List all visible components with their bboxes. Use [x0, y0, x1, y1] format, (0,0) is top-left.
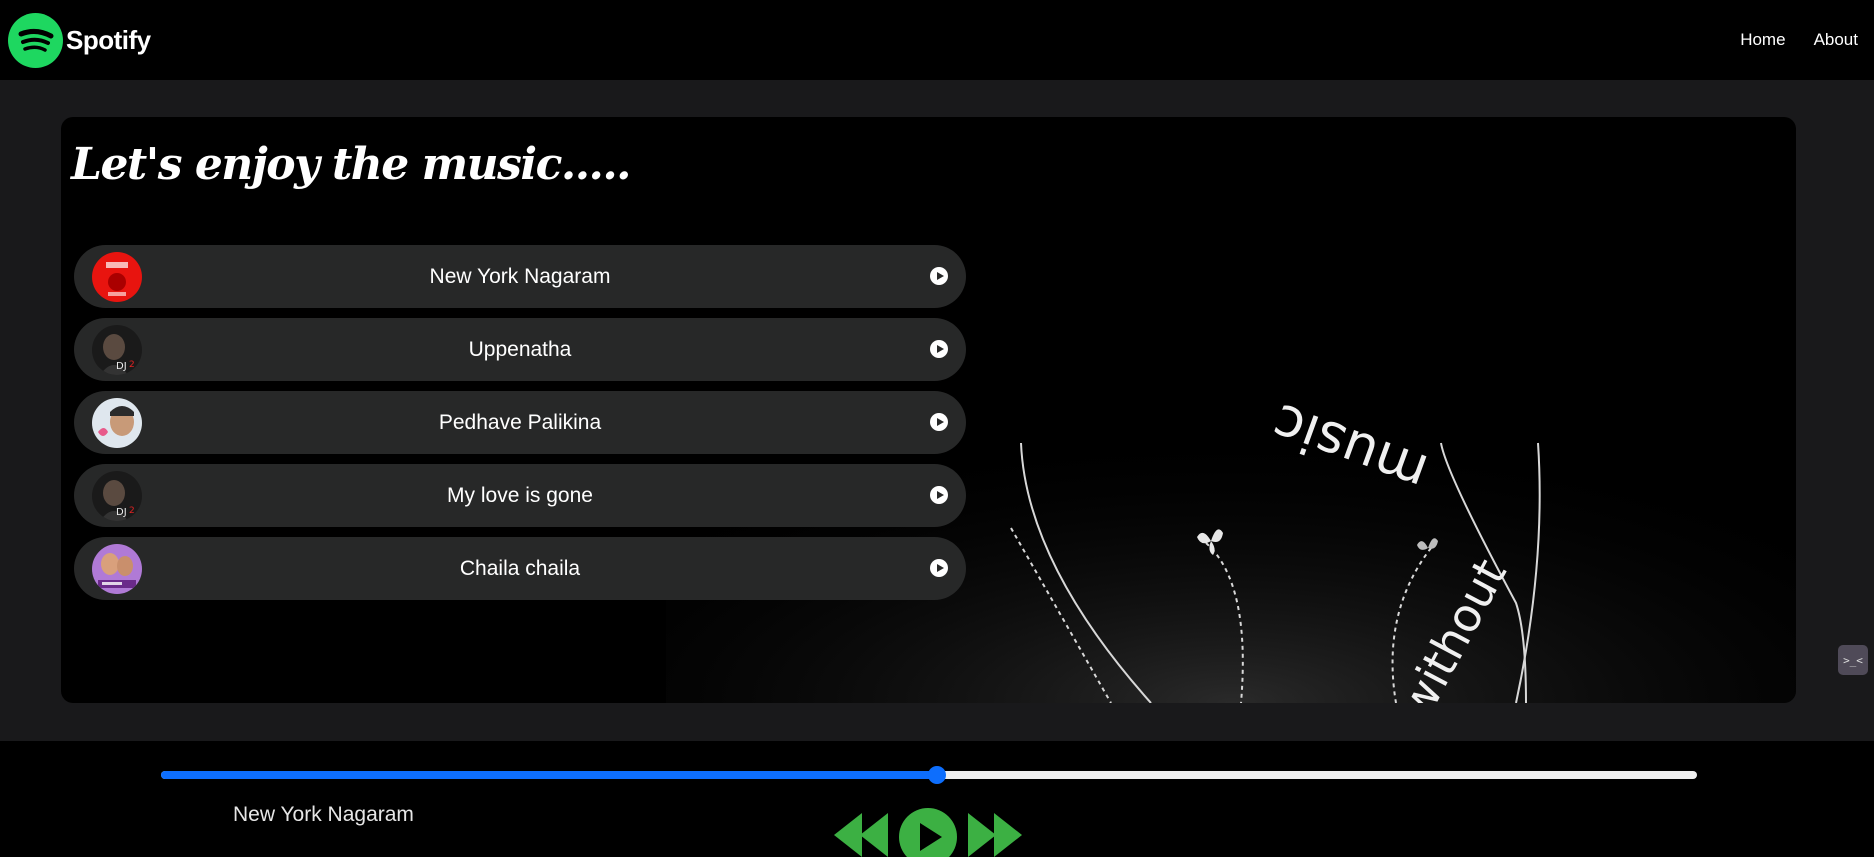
side-widget-button[interactable]: >_<	[1838, 645, 1868, 675]
now-playing-title: New York Nagaram	[233, 803, 414, 826]
page-heading: Let's enjoy the music.....	[71, 139, 632, 190]
play-icon[interactable]	[930, 340, 948, 358]
song-title: My love is gone	[447, 483, 593, 507]
nav-about-link[interactable]: About	[1814, 30, 1858, 50]
brand[interactable]: Spotify	[8, 12, 151, 68]
brand-name: Spotify	[66, 24, 151, 55]
progress-thumb[interactable]	[927, 766, 946, 784]
svg-text:DJ: DJ	[116, 361, 127, 372]
song-item[interactable]: Pedhave Palikina	[74, 391, 966, 454]
song-item[interactable]: DJ 2 My love is gone	[74, 464, 966, 527]
spotify-logo-icon	[8, 12, 63, 68]
next-icon[interactable]	[964, 807, 1024, 857]
nav-links: Home About	[1740, 30, 1858, 50]
player-controls	[832, 807, 1024, 857]
song-title: New York Nagaram	[429, 264, 611, 288]
song-item[interactable]: New York Nagaram	[74, 245, 966, 308]
song-item[interactable]: Chaila chaila	[74, 537, 966, 600]
song-title: Uppenatha	[468, 337, 572, 361]
nav-home-link[interactable]: Home	[1740, 30, 1785, 50]
song-list: New York Nagaram DJ 2 Uppenatha Pedhave P…	[74, 245, 966, 610]
svg-text:DJ: DJ	[116, 507, 127, 518]
navbar: Spotify Home About	[0, 0, 1874, 80]
svg-text:2: 2	[129, 360, 135, 370]
play-icon[interactable]	[930, 486, 948, 504]
song-item[interactable]: DJ 2 Uppenatha	[74, 318, 966, 381]
svg-text:2: 2	[129, 506, 135, 516]
song-title: Pedhave Palikina	[438, 410, 602, 434]
play-icon[interactable]	[930, 559, 948, 577]
previous-icon[interactable]	[832, 807, 892, 857]
play-icon[interactable]	[930, 267, 948, 285]
progress-slider[interactable]	[161, 766, 1697, 784]
song-title: Chaila chaila	[459, 556, 581, 580]
play-icon[interactable]	[930, 413, 948, 431]
main-container: music without Let's enjoy the music.....…	[61, 117, 1796, 703]
play-pause-icon[interactable]	[898, 807, 958, 857]
progress-fill	[161, 771, 937, 779]
player-bar: New York Nagaram	[0, 741, 1874, 857]
